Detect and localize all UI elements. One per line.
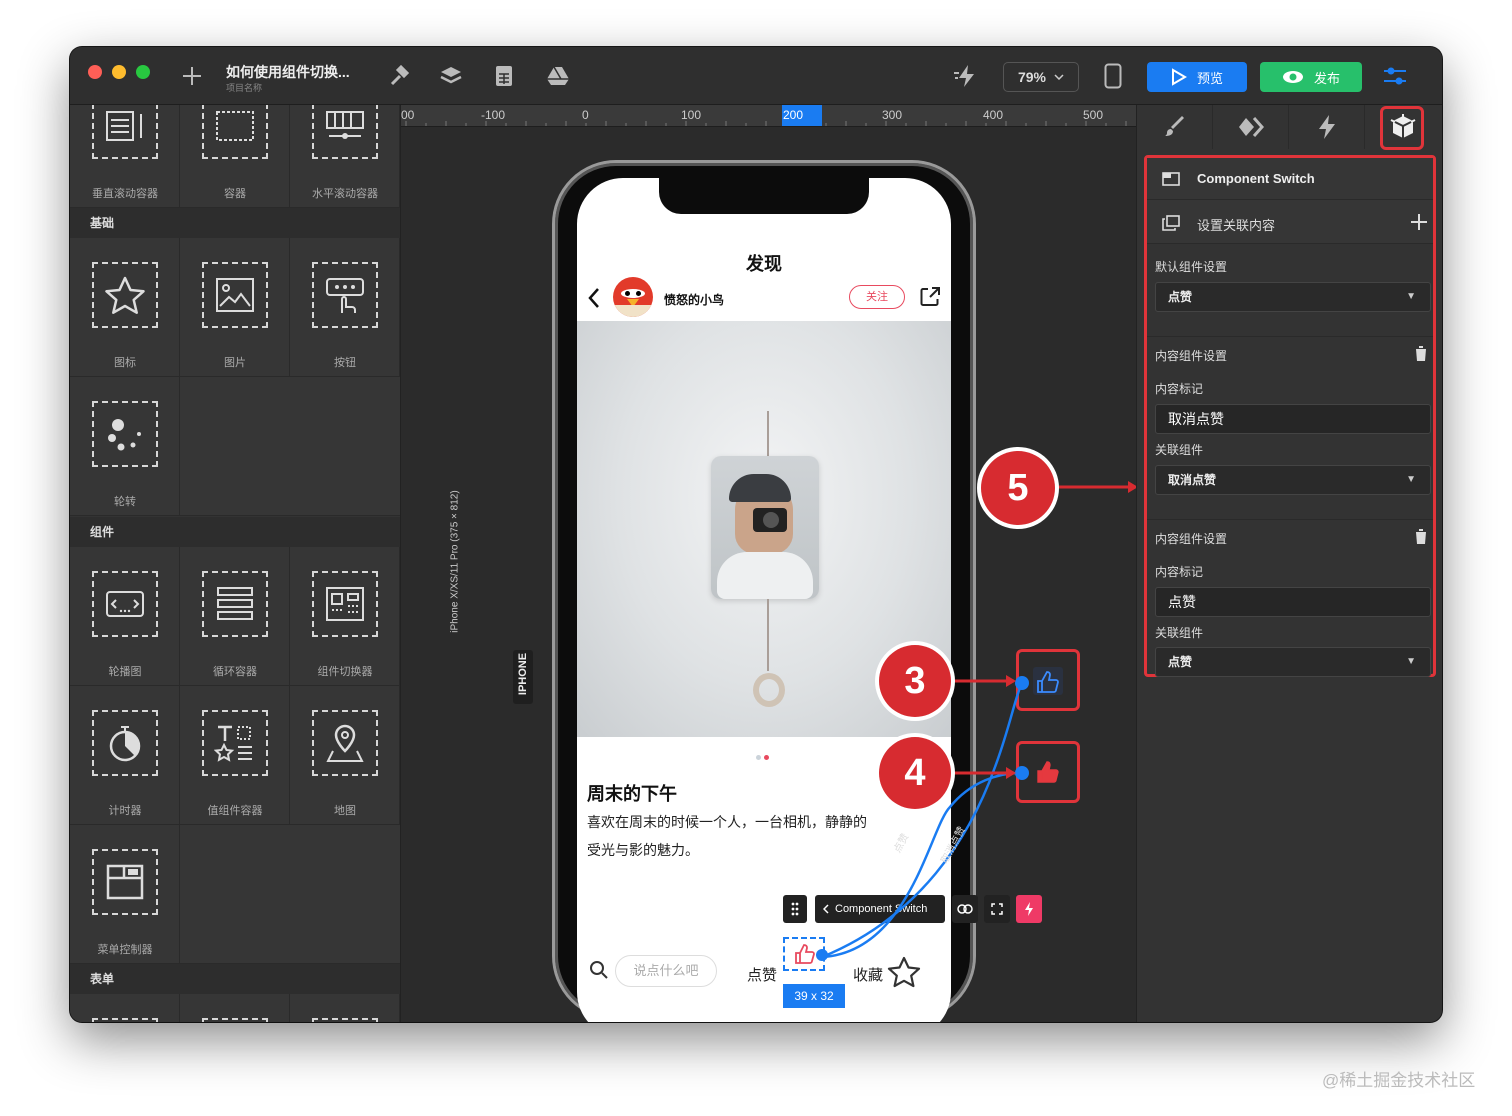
- link-component-value-2: 点赞: [1168, 655, 1193, 669]
- interaction-tab[interactable]: [1289, 105, 1365, 149]
- default-component-select[interactable]: 点赞 ▼: [1155, 282, 1431, 312]
- callout-4: 4: [879, 737, 951, 809]
- style-tab[interactable]: [1137, 105, 1213, 149]
- app-window: 如何使用组件切换... 项目名称 79% 预览 发布 垂直滚动容器 容器 水平滚…: [70, 47, 1442, 1022]
- default-component-value: 点赞: [1168, 290, 1193, 304]
- default-setting-label: 默认组件设置: [1155, 260, 1228, 274]
- content-tag-label-1: 内容标记: [1155, 382, 1204, 396]
- content-tag-label-2: 内容标记: [1155, 565, 1204, 579]
- diamond-arrows-icon: [1238, 117, 1264, 137]
- set-content-label: 设置关联内容: [1197, 218, 1276, 233]
- panel-title: Component Switch: [1197, 171, 1315, 186]
- callout-5: 5: [981, 451, 1055, 525]
- trash-icon[interactable]: [1415, 529, 1427, 544]
- link-component-label-2: 关联组件: [1155, 626, 1204, 640]
- brush-icon: [1164, 116, 1184, 136]
- window-icon: [1162, 172, 1180, 186]
- component-switch-tab[interactable]: [1365, 105, 1441, 150]
- link-component-select-1[interactable]: 取消点赞 ▼: [1155, 465, 1431, 495]
- content-tag-input-2[interactable]: 点赞: [1155, 587, 1431, 617]
- content-tag-input-1[interactable]: 取消点赞: [1155, 404, 1431, 434]
- content-setting-2-label: 内容组件设置: [1155, 532, 1228, 546]
- copy-icon: [1162, 215, 1180, 231]
- link-component-value-1: 取消点赞: [1168, 473, 1217, 487]
- component-switch-settings: Component Switch 设置关联内容 默认组件设置 点赞 ▼ 内容组件…: [1144, 155, 1436, 677]
- trash-icon[interactable]: [1415, 346, 1427, 361]
- lightning-icon: [1318, 115, 1335, 139]
- properties-panel: Component Switch 设置关联内容 默认组件设置 点赞 ▼ 内容组件…: [1136, 105, 1442, 1022]
- set-content-row[interactable]: 设置关联内容: [1147, 200, 1433, 244]
- chevron-down-icon: ▼: [1406, 291, 1416, 302]
- component-tab[interactable]: [1213, 105, 1289, 149]
- watermark: @稀土掘金技术社区: [1322, 1071, 1476, 1090]
- add-icon[interactable]: [1410, 213, 1428, 231]
- content-setting-1-label: 内容组件设置: [1155, 349, 1228, 363]
- panel-header: Component Switch: [1147, 158, 1433, 200]
- link-component-label-1: 关联组件: [1155, 443, 1204, 457]
- callout-3: 3: [879, 645, 951, 717]
- chevron-down-icon: ▼: [1406, 656, 1416, 667]
- link-component-select-2[interactable]: 点赞 ▼: [1155, 647, 1431, 677]
- chevron-down-icon: ▼: [1406, 474, 1416, 485]
